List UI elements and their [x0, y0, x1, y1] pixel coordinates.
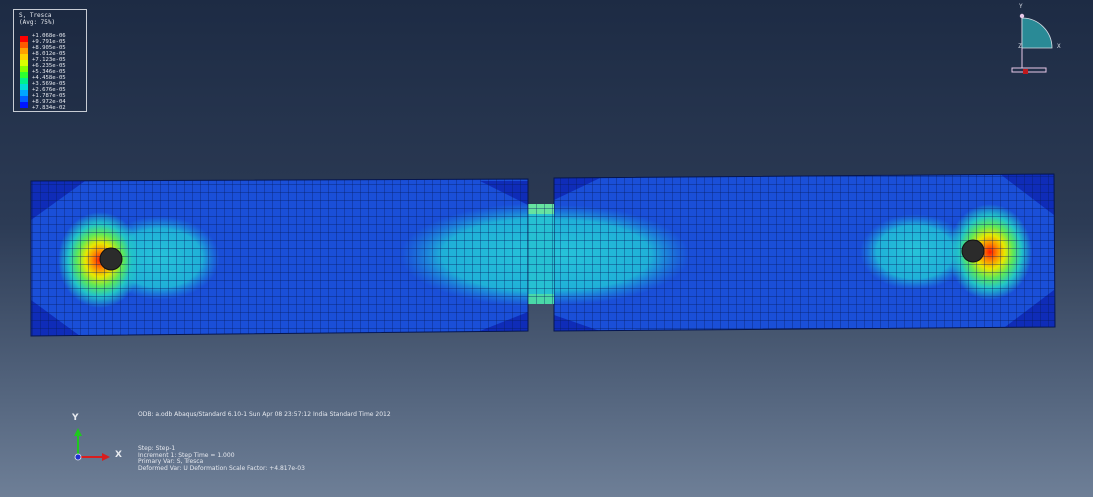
- legend-subtitle: (Avg: 75%): [19, 19, 56, 26]
- view-triad[interactable]: [1008, 4, 1068, 80]
- right-hole: [961, 239, 985, 263]
- triad-top-x-label: X: [1057, 43, 1061, 50]
- legend-swatch: [20, 102, 28, 108]
- triad-top-z-label: Z: [1018, 43, 1022, 50]
- axis-x-label: X: [115, 450, 122, 460]
- legend-color-bar: [20, 36, 28, 108]
- model-viewport[interactable]: [0, 0, 1093, 497]
- deformed-var-info: Deformed Var: U Deformation Scale Factor…: [138, 464, 305, 472]
- triad-top-y-label: Y: [1019, 3, 1023, 10]
- notch-web: [528, 204, 554, 304]
- left-hole: [99, 247, 123, 271]
- axis-y-label: Y: [72, 413, 79, 423]
- legend-value: +7.834e-02: [32, 105, 66, 111]
- contour-legend: S, Tresca (Avg: 75%) +1.068e-06 +9.791e-0…: [13, 9, 87, 112]
- odb-info: ODB: a.odb Abaqus/Standard 6.10-1 Sun Ap…: [138, 411, 391, 418]
